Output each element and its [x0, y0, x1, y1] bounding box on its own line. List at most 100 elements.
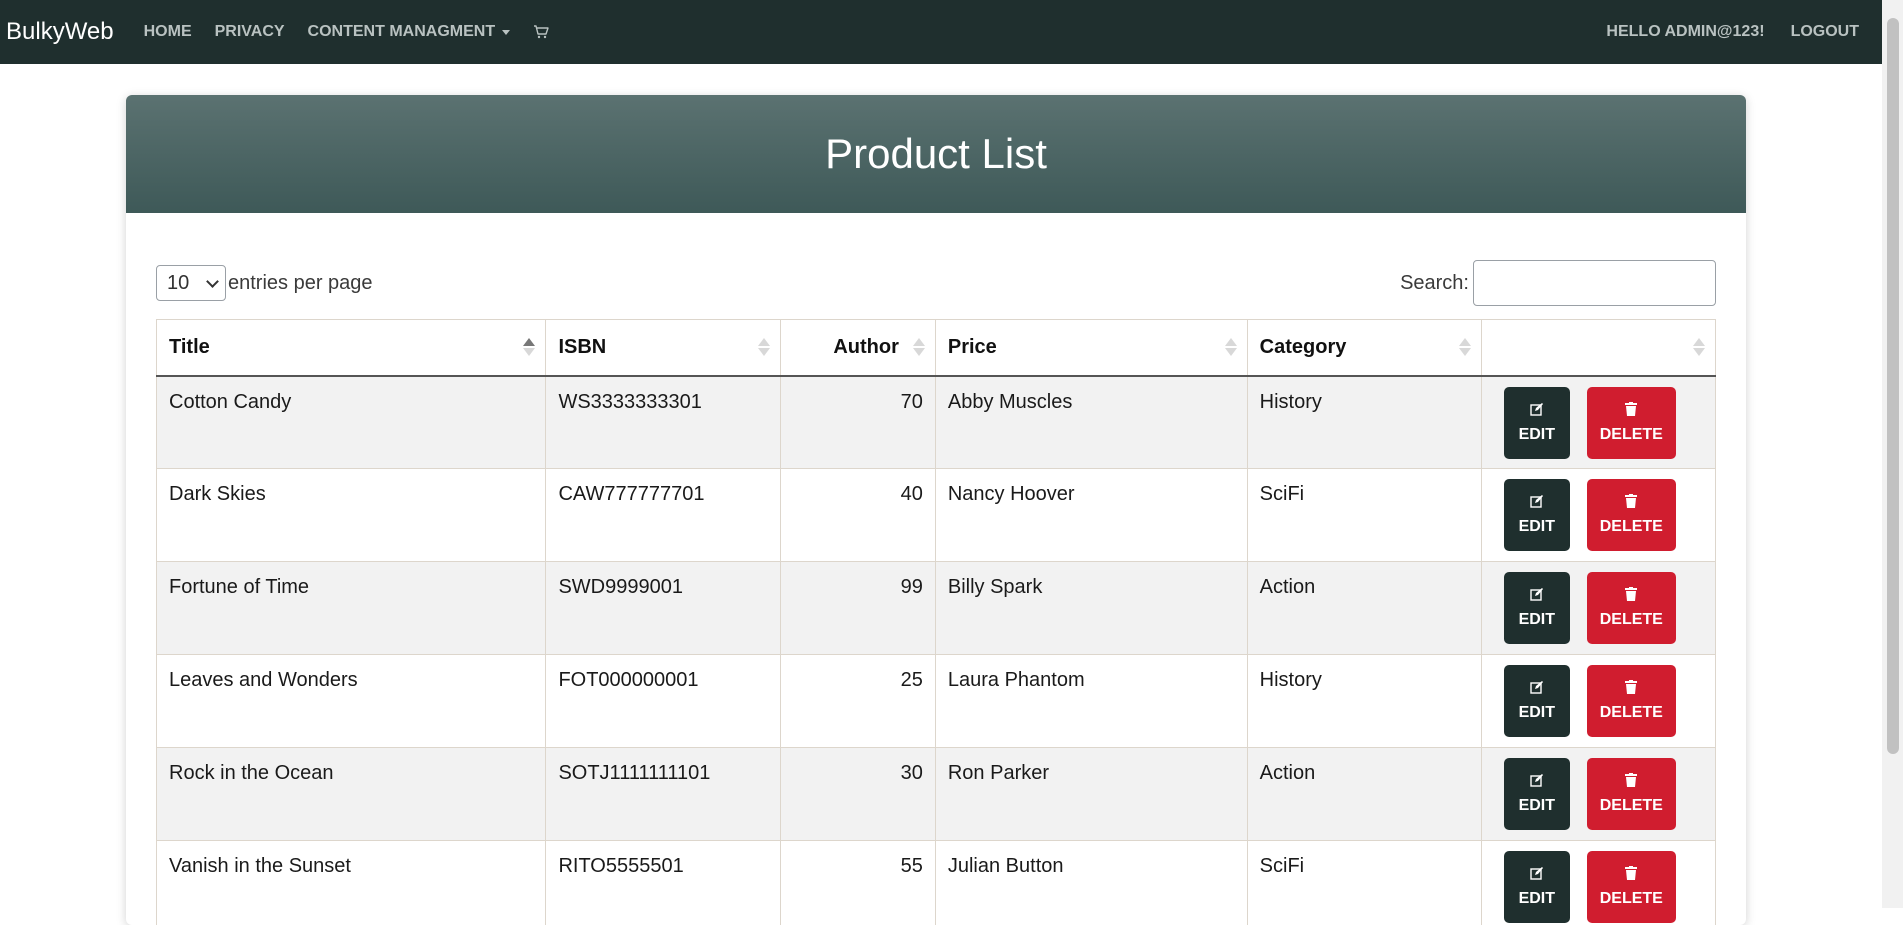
cell-title: Leaves and Wonders	[157, 655, 546, 748]
delete-label: Delete	[1600, 890, 1663, 908]
cell-category: History	[1247, 655, 1481, 748]
edit-label: Edit	[1519, 426, 1555, 444]
column-header-price[interactable]: Price	[935, 320, 1247, 376]
edit-button[interactable]: Edit	[1504, 851, 1570, 923]
product-list-card: Product List 10 entries per page Search:…	[126, 95, 1746, 925]
edit-button[interactable]: Edit	[1504, 387, 1570, 459]
logout-link[interactable]: Logout	[1791, 23, 1859, 41]
delete-label: Delete	[1600, 704, 1663, 722]
card-header: Product List	[126, 95, 1746, 213]
delete-button[interactable]: Delete	[1587, 851, 1676, 923]
cell-author: 99	[780, 562, 935, 655]
cell-author: 30	[780, 748, 935, 841]
cell-actions: Edit Delete	[1481, 562, 1715, 655]
edit-label: Edit	[1519, 611, 1555, 629]
table-row: Fortune of Time SWD9999001 99 Billy Spar…	[157, 562, 1716, 655]
cart-icon	[533, 24, 549, 40]
cell-isbn: CAW777777701	[546, 469, 780, 562]
cell-category: SciFi	[1247, 469, 1481, 562]
sort-ascending-icon	[523, 338, 531, 358]
sort-icon	[1459, 338, 1467, 358]
cell-category: History	[1247, 376, 1481, 469]
delete-button[interactable]: Delete	[1587, 665, 1676, 737]
cell-isbn: WS3333333301	[546, 376, 780, 469]
cell-price: Abby Muscles	[935, 376, 1247, 469]
column-header-title[interactable]: Title	[157, 320, 546, 376]
sort-icon	[1225, 338, 1233, 358]
page-size-select[interactable]: 10	[156, 265, 226, 301]
edit-label: Edit	[1519, 518, 1555, 536]
delete-label: Delete	[1600, 518, 1663, 536]
column-header-actions[interactable]	[1481, 320, 1715, 376]
cell-title: Cotton Candy	[157, 376, 546, 469]
edit-icon	[1530, 866, 1544, 880]
cell-title: Vanish in the Sunset	[157, 841, 546, 925]
cell-author: 70	[780, 376, 935, 469]
column-header-category[interactable]: Category	[1247, 320, 1481, 376]
cell-actions: Edit Delete	[1481, 841, 1715, 925]
cell-category: Action	[1247, 748, 1481, 841]
search-control: Search:	[1400, 260, 1716, 306]
column-header-author[interactable]: Author	[780, 320, 935, 376]
navbar: BulkyWeb Home Privacy Content Managment …	[0, 0, 1882, 64]
cell-price: Laura Phantom	[935, 655, 1247, 748]
cell-author: 40	[780, 469, 935, 562]
cell-category: SciFi	[1247, 841, 1481, 925]
table-row: Vanish in the Sunset RITO5555501 55 Juli…	[157, 841, 1716, 925]
edit-button[interactable]: Edit	[1504, 758, 1570, 830]
delete-button[interactable]: Delete	[1587, 758, 1676, 830]
cell-actions: Edit Delete	[1481, 376, 1715, 469]
cart-link[interactable]	[533, 24, 549, 40]
delete-button[interactable]: Delete	[1587, 387, 1676, 459]
table-row: Rock in the Ocean SOTJ1111111101 30 Ron …	[157, 748, 1716, 841]
cell-price: Nancy Hoover	[935, 469, 1247, 562]
cell-isbn: FOT000000001	[546, 655, 780, 748]
column-header-isbn[interactable]: ISBN	[546, 320, 780, 376]
edit-button[interactable]: Edit	[1504, 572, 1570, 644]
search-input[interactable]	[1473, 260, 1716, 306]
nav-content-management-dropdown[interactable]: Content Managment	[308, 23, 511, 41]
edit-button[interactable]: Edit	[1504, 665, 1570, 737]
delete-label: Delete	[1600, 611, 1663, 629]
edit-button[interactable]: Edit	[1504, 479, 1570, 551]
entries-control: 10 entries per page	[156, 265, 373, 301]
user-greeting[interactable]: Hello admin@123!	[1606, 23, 1764, 41]
delete-button[interactable]: Delete	[1587, 479, 1676, 551]
trash-icon	[1625, 494, 1637, 508]
edit-icon	[1530, 680, 1544, 694]
delete-button[interactable]: Delete	[1587, 572, 1676, 644]
trash-icon	[1625, 587, 1637, 601]
table-controls: 10 entries per page Search:	[156, 260, 1716, 306]
nav-privacy[interactable]: Privacy	[215, 23, 285, 41]
nav-user-area: Hello admin@123! Logout	[1580, 0, 1859, 64]
table-row: Cotton Candy WS3333333301 70 Abby Muscle…	[157, 376, 1716, 469]
sort-icon	[1693, 338, 1701, 358]
table-body: Cotton Candy WS3333333301 70 Abby Muscle…	[157, 376, 1716, 925]
edit-icon	[1530, 773, 1544, 787]
cell-author: 55	[780, 841, 935, 925]
edit-label: Edit	[1519, 890, 1555, 908]
edit-icon	[1530, 402, 1544, 416]
page-title: Product List	[825, 130, 1047, 178]
page-size-value: 10	[167, 272, 189, 295]
entries-label: entries per page	[228, 272, 373, 295]
product-table: Title ISBN Author Price Category Cotton …	[156, 319, 1716, 925]
edit-icon	[1530, 494, 1544, 508]
trash-icon	[1625, 773, 1637, 787]
cell-isbn: SWD9999001	[546, 562, 780, 655]
cell-title: Dark Skies	[157, 469, 546, 562]
page-scrollbar[interactable]	[1882, 0, 1903, 908]
cell-actions: Edit Delete	[1481, 748, 1715, 841]
caret-down-icon	[502, 30, 510, 35]
delete-label: Delete	[1600, 797, 1663, 815]
cell-author: 25	[780, 655, 935, 748]
table-row: Leaves and Wonders FOT000000001 25 Laura…	[157, 655, 1716, 748]
search-label: Search:	[1400, 272, 1469, 295]
brand-link[interactable]: BulkyWeb	[6, 18, 114, 46]
cell-price: Julian Button	[935, 841, 1247, 925]
nav-home[interactable]: Home	[144, 23, 192, 41]
table-row: Dark Skies CAW777777701 40 Nancy Hoover …	[157, 469, 1716, 562]
trash-icon	[1625, 680, 1637, 694]
edit-label: Edit	[1519, 704, 1555, 722]
scrollbar-thumb[interactable]	[1887, 18, 1899, 754]
